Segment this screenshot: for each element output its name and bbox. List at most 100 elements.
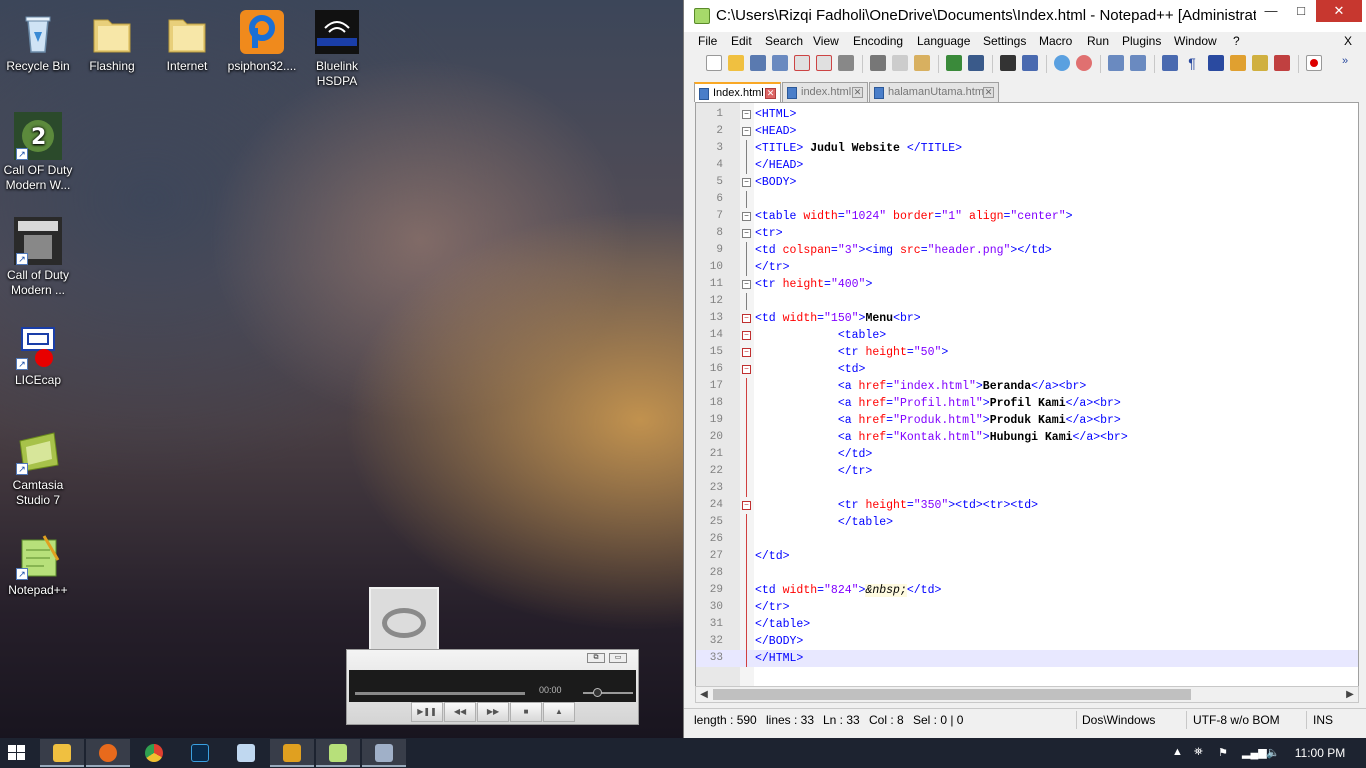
find-icon[interactable] — [1000, 55, 1016, 71]
desktop-icon-camtasia[interactable]: ↗ Camtasia Studio 7 — [0, 427, 76, 508]
code-line[interactable]: 25 </table> — [696, 514, 1358, 531]
fold-toggle-icon[interactable]: − — [742, 348, 751, 357]
fold-toggle-icon[interactable]: − — [742, 501, 751, 510]
code-line[interactable]: 27 </td> — [696, 548, 1358, 565]
clock[interactable]: 11:00 PM — [1290, 746, 1350, 760]
save-all-icon[interactable] — [772, 55, 788, 71]
fold-toggle-icon[interactable]: − — [742, 314, 751, 323]
maximize-button[interactable]: □ — [1286, 0, 1316, 22]
network-adapter-icon[interactable]: ⛯ — [1194, 746, 1203, 759]
record-macro-icon[interactable] — [1306, 55, 1322, 71]
open-file-icon[interactable] — [728, 55, 744, 71]
taskbar-firefox[interactable] — [86, 739, 130, 767]
code-line[interactable]: 14 − <table> — [696, 327, 1358, 344]
menu-encoding[interactable]: Encoding — [853, 34, 903, 48]
fold-toggle-icon[interactable]: − — [742, 229, 751, 238]
horizontal-scrollbar[interactable]: ◀ ▶ — [695, 686, 1359, 703]
menu-file[interactable]: File — [698, 34, 717, 48]
menu-plugins[interactable]: Plugins — [1122, 34, 1161, 48]
desktop-icon-notepadpp[interactable]: ↗ Notepad++ — [0, 532, 76, 598]
restore-button[interactable]: ▭ — [609, 653, 627, 663]
sync-horizontal-icon[interactable] — [1130, 55, 1146, 71]
menu-run[interactable]: Run — [1087, 34, 1109, 48]
eject-button[interactable]: ▲ — [543, 702, 575, 722]
code-line[interactable]: 7− <table width="1024" border="1" align="… — [696, 208, 1358, 225]
code-line[interactable]: 10 </tr> — [696, 259, 1358, 276]
cut-icon[interactable] — [870, 55, 886, 71]
code-line[interactable]: 26 — [696, 531, 1358, 548]
wifi-signal-icon[interactable]: ▂▄▆ — [1242, 746, 1267, 759]
taskbar-calculator[interactable] — [362, 739, 406, 767]
fold-toggle-icon[interactable]: − — [742, 365, 751, 374]
close-file-icon[interactable] — [794, 55, 810, 71]
tab-index-html[interactable]: index.html ✕ — [782, 82, 868, 102]
print-icon[interactable] — [838, 55, 854, 71]
scrollbar-thumb[interactable] — [713, 689, 1191, 700]
play-pause-button[interactable]: ▶❚❚ — [411, 702, 443, 722]
desktop-icon-flashing[interactable]: Flashing — [74, 8, 150, 74]
fold-toggle-icon[interactable]: − — [742, 178, 751, 187]
taskbar-notepadpp[interactable] — [316, 739, 360, 767]
code-line[interactable]: 24 − <tr height="350"><td><tr><td> — [696, 497, 1358, 514]
stop-button[interactable]: ■ — [510, 702, 542, 722]
volume-icon[interactable]: 🔈 — [1266, 746, 1280, 759]
show-all-characters-icon[interactable]: ¶ — [1184, 55, 1200, 71]
save-icon[interactable] — [750, 55, 766, 71]
code-line[interactable]: 12 — [696, 293, 1358, 310]
toolbar-overflow-icon[interactable]: » — [1342, 55, 1358, 71]
close-document-button[interactable]: X — [1344, 34, 1352, 48]
sync-vertical-icon[interactable] — [1108, 55, 1124, 71]
flag-icon[interactable]: ⚑ — [1218, 746, 1228, 759]
code-line[interactable]: 11 − <tr height="400"> — [696, 276, 1358, 293]
code-line[interactable]: 5 − <BODY> — [696, 174, 1358, 191]
redo-icon[interactable] — [968, 55, 984, 71]
code-line[interactable]: 16 − <td> — [696, 361, 1358, 378]
tab-index-html-active[interactable]: Index.html ✕ — [694, 82, 781, 102]
code-line[interactable]: 18 <a href="Profil.html">Profil Kami</a>… — [696, 395, 1358, 412]
tab-close-icon[interactable]: ✕ — [852, 87, 863, 98]
code-line[interactable]: 32 </BODY> — [696, 633, 1358, 650]
start-button[interactable] — [8, 745, 26, 761]
code-line[interactable]: 4 </HEAD> — [696, 157, 1358, 174]
fold-toggle-icon[interactable]: − — [742, 280, 751, 289]
code-line[interactable]: 30 </tr> — [696, 599, 1358, 616]
code-line[interactable]: 8 − <tr> — [696, 225, 1358, 242]
taskbar-notepad[interactable] — [224, 739, 268, 767]
taskbar-photoshop[interactable] — [178, 739, 222, 767]
close-all-icon[interactable] — [816, 55, 832, 71]
code-line[interactable]: 22 </tr> — [696, 463, 1358, 480]
media-player-window[interactable]: ⧉ ▭ 00:00 ▶❚❚ ◀◀ ▶▶ ■ ▲ — [346, 587, 639, 725]
menu-help[interactable]: ? — [1233, 34, 1240, 48]
replace-icon[interactable] — [1022, 55, 1038, 71]
desktop-icon-internet[interactable]: Internet — [149, 8, 225, 74]
fold-toggle-icon[interactable]: − — [742, 331, 751, 340]
copy-icon[interactable] — [892, 55, 908, 71]
tab-halamanutama-html[interactable]: halamanUtama.html ✕ — [869, 82, 999, 102]
code-editor[interactable]: 1− <HTML> 2− <HEAD> 3 <TITLE> Judul Website <… — [695, 102, 1359, 687]
switch-to-library-button[interactable]: ⧉ — [587, 653, 605, 663]
desktop-icon-call-of-duty[interactable]: 2 ↗ Call OF Duty Modern W... — [0, 112, 76, 193]
desktop-icon-bluelink[interactable]: Bluelink HSDPA — [299, 8, 375, 89]
close-button[interactable]: ✕ — [1316, 0, 1362, 22]
code-line[interactable]: 15 − <tr height="50"> — [696, 344, 1358, 361]
scroll-left-icon[interactable]: ◀ — [696, 687, 712, 702]
document-map-icon[interactable] — [1252, 55, 1268, 71]
code-line[interactable]: 33 </HTML> — [696, 650, 1358, 667]
taskbar-chrome[interactable] — [132, 739, 176, 767]
code-line[interactable]: 1 − <HTML> — [696, 106, 1358, 123]
menu-search[interactable]: Search — [765, 34, 803, 48]
menu-language[interactable]: Language — [917, 34, 970, 48]
zoom-out-icon[interactable] — [1076, 55, 1092, 71]
code-line[interactable]: 29 <td width="824">&nbsp;</td> — [696, 582, 1358, 599]
code-line[interactable]: 31 </table> — [696, 616, 1358, 633]
code-line[interactable]: 20 <a href="Kontak.html">Hubungi Kami</a… — [696, 429, 1358, 446]
desktop-icon-psiphon[interactable]: psiphon32.... — [224, 8, 300, 74]
menu-view[interactable]: View — [813, 34, 839, 48]
function-list-icon[interactable] — [1274, 55, 1290, 71]
desktop-icon-licecap[interactable]: ↗ LICEcap — [0, 322, 76, 388]
taskbar-file-explorer[interactable] — [40, 739, 84, 767]
taskbar-media-player[interactable] — [270, 739, 314, 767]
indent-guide-icon[interactable] — [1208, 55, 1224, 71]
code-line[interactable]: 3 <TITLE> Judul Website </TITLE> — [696, 140, 1358, 157]
tab-close-icon[interactable]: ✕ — [765, 88, 776, 99]
